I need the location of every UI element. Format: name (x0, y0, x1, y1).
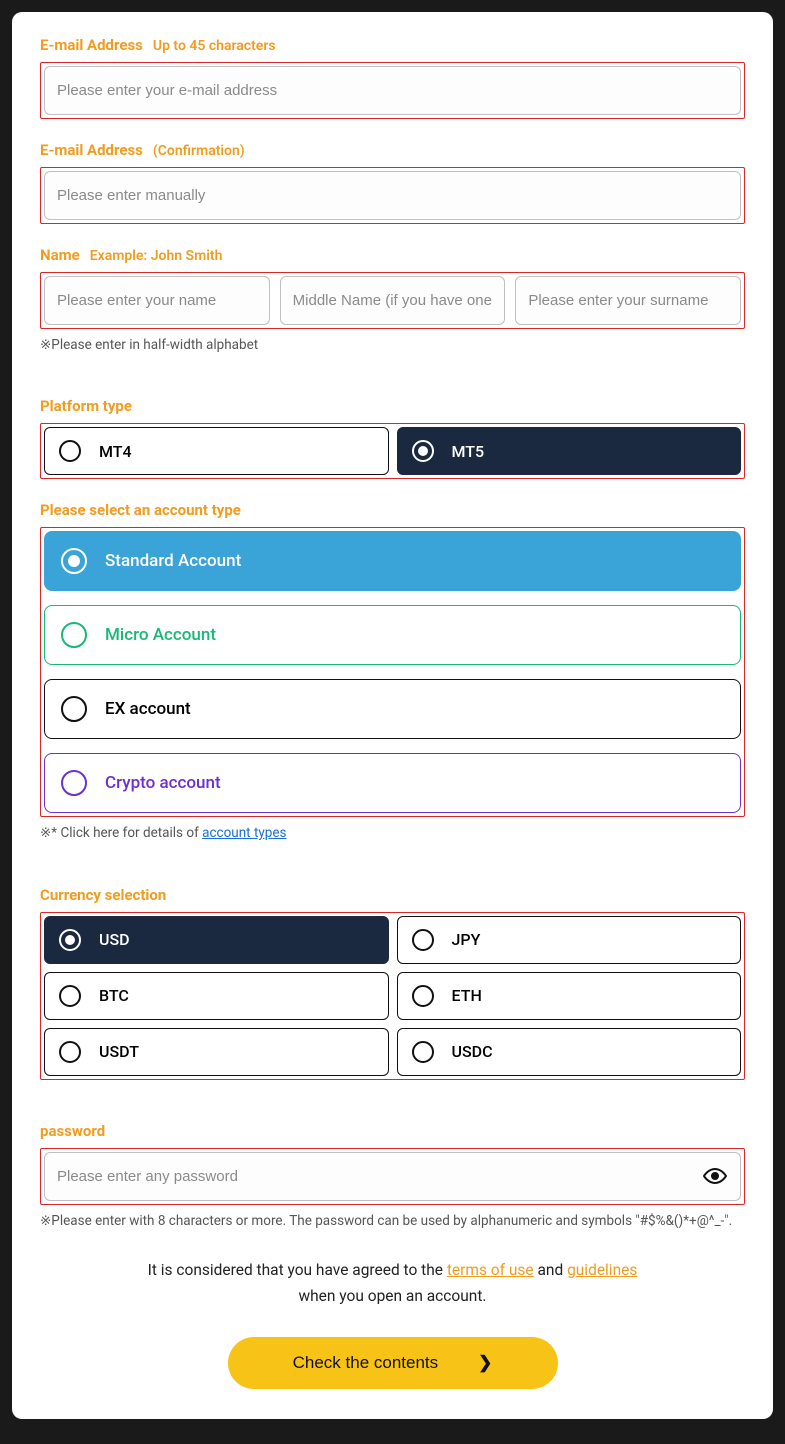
radio-icon (61, 622, 87, 648)
currency-label-text: Currency selection (40, 886, 166, 904)
currency-option-usdc[interactable]: USDC (397, 1028, 742, 1076)
radio-icon (59, 929, 81, 951)
terms-link[interactable]: terms of use (447, 1261, 534, 1279)
account-type-label-text: Please select an account type (40, 501, 241, 519)
currency-label: Currency selection (40, 886, 745, 904)
chevron-right-icon: ❯ (478, 1353, 492, 1373)
email-label: E-mail Address Up to 45 characters (40, 36, 745, 54)
account-type-group: Please select an account type Standard A… (40, 501, 745, 843)
radio-icon (412, 929, 434, 951)
eye-icon[interactable] (703, 1164, 727, 1188)
radio-icon (412, 1041, 434, 1063)
guidelines-link[interactable]: guidelines (567, 1261, 637, 1279)
account-option-standard[interactable]: Standard Account (44, 531, 741, 591)
password-group: password ※Please enter with 8 characters… (40, 1122, 745, 1231)
platform-group: Platform type MT4 MT5 (40, 397, 745, 479)
password-required-box (40, 1148, 745, 1205)
email-confirm-label-text: E-mail Address (40, 141, 143, 159)
radio-icon (61, 548, 87, 574)
currency-option-btc[interactable]: BTC (44, 972, 389, 1020)
email-confirm-required-box (40, 167, 745, 224)
email-label-text: E-mail Address (40, 36, 143, 54)
middle-name-input[interactable] (280, 276, 506, 325)
last-name-input[interactable] (515, 276, 741, 325)
platform-option-label: MT5 (452, 442, 485, 461)
radio-icon (59, 985, 81, 1007)
radio-icon (59, 1041, 81, 1063)
agreement-text: It is considered that you have agreed to… (40, 1257, 745, 1310)
platform-label-text: Platform type (40, 397, 132, 415)
currency-option-label: BTC (99, 986, 129, 1005)
name-label-sub: Example: John Smith (90, 248, 223, 264)
account-type-helper: ※* Click here for details of account typ… (40, 823, 745, 843)
account-option-ex[interactable]: EX account (44, 679, 741, 739)
email-confirm-label-sub: (Confirmation) (153, 143, 245, 159)
currency-option-usdt[interactable]: USDT (44, 1028, 389, 1076)
platform-required-box: MT4 MT5 (40, 423, 745, 479)
currency-group: Currency selection USD JPY BTC ETH (40, 886, 745, 1080)
email-confirm-label: E-mail Address (Confirmation) (40, 141, 745, 159)
currency-option-label: USDT (99, 1042, 139, 1061)
email-required-box (40, 62, 745, 119)
registration-form: E-mail Address Up to 45 characters E-mai… (12, 12, 773, 1419)
platform-label: Platform type (40, 397, 745, 415)
currency-option-label: USD (99, 930, 130, 949)
currency-option-eth[interactable]: ETH (397, 972, 742, 1020)
password-helper: ※Please enter with 8 characters or more.… (40, 1211, 745, 1231)
account-types-link[interactable]: account types (202, 825, 286, 841)
email-confirm-group: E-mail Address (Confirmation) (40, 141, 745, 224)
name-label: Name Example: John Smith (40, 246, 745, 264)
password-label-text: password (40, 1122, 105, 1140)
currency-option-label: ETH (452, 986, 482, 1005)
radio-icon (412, 985, 434, 1007)
radio-icon (61, 770, 87, 796)
account-option-label: EX account (105, 699, 191, 719)
radio-icon (61, 696, 87, 722)
name-required-box (40, 272, 745, 329)
platform-option-mt4[interactable]: MT4 (44, 427, 389, 475)
account-type-label: Please select an account type (40, 501, 745, 519)
submit-button[interactable]: Check the contents ❯ (228, 1337, 558, 1389)
email-label-sub: Up to 45 characters (153, 38, 276, 54)
password-label: password (40, 1122, 745, 1140)
name-group: Name Example: John Smith ※Please enter i… (40, 246, 745, 355)
account-option-label: Micro Account (105, 625, 216, 645)
platform-option-mt5[interactable]: MT5 (397, 427, 742, 475)
email-group: E-mail Address Up to 45 characters (40, 36, 745, 119)
email-confirm-input[interactable] (44, 171, 741, 220)
account-option-micro[interactable]: Micro Account (44, 605, 741, 665)
platform-option-label: MT4 (99, 442, 132, 461)
account-option-label: Standard Account (105, 551, 241, 571)
radio-icon (59, 440, 81, 462)
radio-icon (412, 440, 434, 462)
agree-prefix: It is considered that you have agreed to… (148, 1261, 447, 1279)
account-type-helper-prefix: ※* Click here for details of (40, 825, 202, 841)
account-option-label: Crypto account (105, 773, 221, 793)
account-option-crypto[interactable]: Crypto account (44, 753, 741, 813)
name-label-text: Name (40, 246, 80, 264)
account-type-required-box: Standard Account Micro Account EX accoun… (40, 527, 745, 817)
first-name-input[interactable] (44, 276, 270, 325)
currency-option-label: JPY (452, 930, 481, 949)
email-input[interactable] (44, 66, 741, 115)
currency-required-box: USD JPY BTC ETH USDT (40, 912, 745, 1080)
currency-option-label: USDC (452, 1042, 493, 1061)
currency-option-jpy[interactable]: JPY (397, 916, 742, 964)
agree-suffix: when you open an account. (298, 1287, 486, 1305)
password-input[interactable] (44, 1152, 741, 1201)
currency-option-usd[interactable]: USD (44, 916, 389, 964)
agree-mid: and (534, 1261, 567, 1279)
submit-label: Check the contents (293, 1353, 439, 1373)
name-helper: ※Please enter in half-width alphabet (40, 335, 745, 355)
